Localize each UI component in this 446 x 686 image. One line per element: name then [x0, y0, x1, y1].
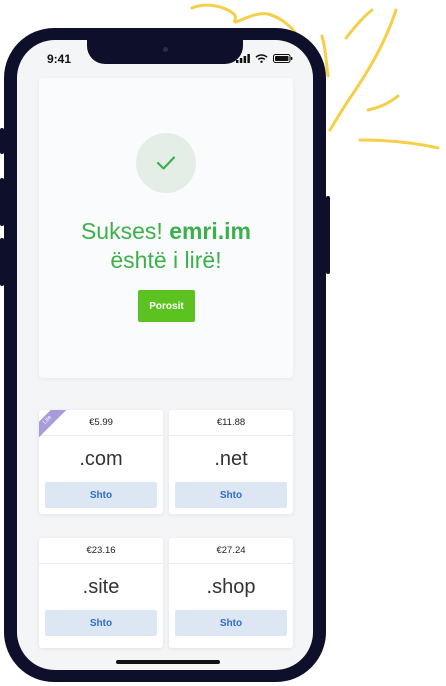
phone-screen: 9:41 Sukses! emri.im është i lirë! Poros… — [17, 40, 313, 670]
tld-extension: .com — [79, 448, 123, 470]
tld-extension: .site — [82, 576, 120, 598]
success-prefix: Sukses! — [80, 218, 170, 244]
tld-card-net: €11.88 .net Shto — [169, 410, 293, 514]
tld-card-com: €5.99 .com Shto Lite — [39, 410, 163, 514]
checkmark-icon — [156, 156, 176, 170]
order-button[interactable]: Porosit — [138, 290, 195, 322]
success-message: Sukses! emri.im është i lirë! — [39, 217, 293, 275]
camera-dot — [163, 47, 168, 52]
notch — [87, 40, 243, 64]
status-icons — [236, 54, 293, 63]
add-com-button[interactable]: Shto — [45, 482, 157, 508]
signal-icon — [236, 54, 250, 63]
tld-card-shop: €27.24 .shop Shto — [169, 538, 293, 648]
availability-text: është i lirë! — [110, 247, 222, 273]
volume-up-button — [0, 178, 4, 226]
success-badge — [136, 133, 196, 193]
tld-price: €11.88 — [169, 410, 293, 436]
battery-icon — [273, 54, 293, 63]
add-net-button[interactable]: Shto — [175, 482, 287, 508]
tld-extension: .shop — [206, 576, 256, 598]
tld-extension: .net — [214, 448, 248, 470]
wifi-icon — [255, 54, 268, 63]
phone-frame: 9:41 Sukses! emri.im është i lirë! Poros… — [0, 28, 330, 682]
add-shop-button[interactable]: Shto — [175, 610, 287, 636]
tld-price: €27.24 — [169, 538, 293, 564]
add-site-button[interactable]: Shto — [45, 610, 157, 636]
status-time: 9:41 — [47, 52, 72, 66]
power-button — [326, 196, 330, 274]
volume-down-button — [0, 238, 4, 286]
home-indicator — [116, 660, 220, 664]
tld-card-site: €23.16 .site Shto — [39, 538, 163, 648]
success-card: Sukses! emri.im është i lirë! Porosit — [39, 78, 293, 378]
tld-price: €23.16 — [39, 538, 163, 564]
domain-name: emri.im — [169, 218, 252, 244]
silent-switch — [0, 128, 4, 154]
